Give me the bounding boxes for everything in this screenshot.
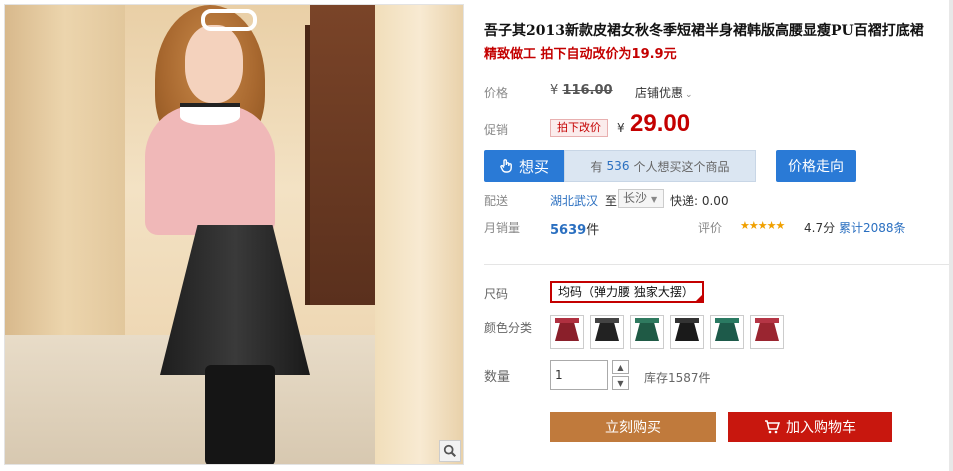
swatch-waistband xyxy=(555,318,579,323)
promo-tag: 拍下改价 xyxy=(550,119,608,137)
monthly-sales-count: 5639 xyxy=(550,223,587,238)
size-option-label: 均码（弹力腰 独家大摆） xyxy=(558,285,694,299)
rating-score: 4.7分 xyxy=(804,221,836,235)
monthly-sales-label: 月销量 xyxy=(484,221,521,235)
product-image[interactable] xyxy=(4,4,464,465)
original-price-value: 116.00 xyxy=(562,83,613,98)
want-prefix: 有 xyxy=(590,159,603,174)
shipping-fee: 快递: 0.00 xyxy=(670,194,729,208)
swatch-waistband xyxy=(715,318,739,323)
color-swatch[interactable] xyxy=(550,315,584,349)
color-swatch[interactable] xyxy=(590,315,624,349)
background-pillar xyxy=(375,5,463,464)
zoom-icon[interactable] xyxy=(439,440,461,462)
swatch-waistband xyxy=(595,318,619,323)
swatch-skirt-thumbnail xyxy=(555,323,579,341)
want-suffix: 个人想买这个商品 xyxy=(633,159,730,174)
swatch-waistband xyxy=(675,318,699,323)
quantity-input[interactable]: 1 xyxy=(550,360,608,390)
model-skirt xyxy=(160,225,310,375)
want-to-buy-label: 想买 xyxy=(518,157,549,176)
shop-discount-label: 店铺优惠 xyxy=(635,86,684,100)
size-option-selected[interactable]: 均码（弹力腰 独家大摆） xyxy=(550,281,704,303)
product-subtitle: 精致做工 拍下自动改价为19.9元 xyxy=(484,47,677,62)
color-swatch[interactable] xyxy=(710,315,744,349)
buy-now-button[interactable]: 立刻购买 xyxy=(550,412,716,442)
monthly-sales-unit: 件 xyxy=(586,223,600,238)
size-label: 尺码 xyxy=(484,287,509,301)
promo-price: 29.00 xyxy=(630,110,691,137)
color-swatch-list xyxy=(550,315,784,349)
color-swatch[interactable] xyxy=(750,315,784,349)
price-label: 价格 xyxy=(484,86,509,100)
promo-label: 促销 xyxy=(484,123,509,137)
product-info-panel: 吾子其2013新款皮裙女秋冬季短裙半身裙韩版高腰显瘦PU百褶打底裙 精致做工 拍… xyxy=(484,0,949,471)
want-count: 536 xyxy=(606,159,630,173)
rating-stars-icon: ★★★★★ xyxy=(740,219,785,232)
swatch-waistband xyxy=(635,318,659,323)
shop-discount-dropdown[interactable]: 店铺优惠 ⌄ xyxy=(635,84,693,101)
review-count-link[interactable]: 累计2088条 xyxy=(839,219,906,236)
shipping-label: 配送 xyxy=(484,194,509,208)
cart-icon xyxy=(765,420,780,434)
quantity-increase-icon[interactable]: ▲ xyxy=(612,360,629,374)
color-swatch[interactable] xyxy=(630,315,664,349)
scrollbar[interactable] xyxy=(949,0,953,471)
original-price: ¥ 116.00 xyxy=(550,83,613,98)
quantity-decrease-icon[interactable]: ▼ xyxy=(612,376,629,390)
swatch-skirt-thumbnail xyxy=(755,323,779,341)
shipping-city-select[interactable]: 长沙 ▼ xyxy=(618,189,664,208)
rating-label: 评价 xyxy=(698,221,723,235)
swatch-skirt-thumbnail xyxy=(635,323,659,341)
monthly-sales: 5639件 xyxy=(550,219,599,238)
chevron-down-icon: ⌄ xyxy=(685,90,693,100)
model-legs xyxy=(205,365,275,464)
swatch-skirt-thumbnail xyxy=(595,323,619,341)
shipping-to-label: 至 xyxy=(605,194,618,208)
shipping-origin: 湖北武汉 xyxy=(550,194,599,208)
swatch-waistband xyxy=(755,318,779,323)
quantity-label: 数量 xyxy=(484,370,511,385)
add-to-cart-button[interactable]: 加入购物车 xyxy=(728,412,892,442)
model-collar xyxy=(180,103,240,125)
background-door xyxy=(310,5,380,305)
chevron-down-icon: ▼ xyxy=(651,195,658,204)
swatch-skirt-thumbnail xyxy=(715,323,739,341)
original-price-currency: ¥ xyxy=(550,83,559,98)
stock-count: 库存1587件 xyxy=(644,371,711,385)
color-swatch[interactable] xyxy=(670,315,704,349)
want-to-buy-button[interactable]: 想买 xyxy=(484,150,564,182)
add-to-cart-label: 加入购物车 xyxy=(786,420,856,436)
promo-currency: ¥ xyxy=(617,121,625,135)
swatch-skirt-thumbnail xyxy=(675,323,699,341)
hand-icon xyxy=(500,159,512,173)
divider xyxy=(484,264,949,265)
product-title: 吾子其2013新款皮裙女秋冬季短裙半身裙韩版高腰显瘦PU百褶打底裙 xyxy=(484,23,924,39)
shipping-city-value: 长沙 xyxy=(623,191,648,205)
price-trend-button[interactable]: 价格走向 xyxy=(776,150,856,182)
model-sunglasses xyxy=(201,9,257,31)
color-label: 颜色分类 xyxy=(484,321,533,335)
model-face xyxy=(185,25,243,103)
want-count-info: 有 536 个人想买这个商品 xyxy=(564,150,756,182)
selected-check-icon xyxy=(695,294,702,301)
